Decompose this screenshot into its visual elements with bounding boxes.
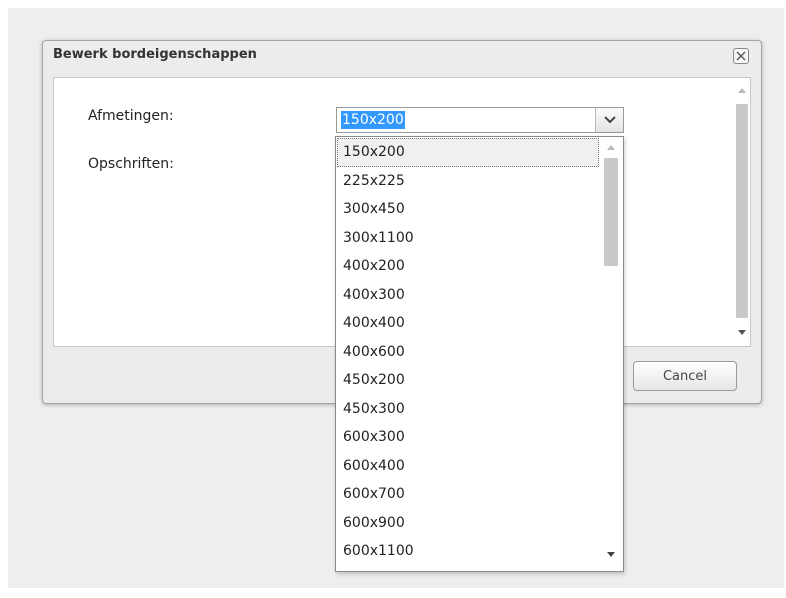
size-label: Afmetingen: [88, 108, 174, 124]
size-dropdown-list: 150x200 225x225 300x450 300x1100 400x200 400x… [335, 136, 624, 572]
dropdown-option[interactable]: 300x1100 [337, 224, 599, 253]
dropdown-option[interactable]: 300x450 [337, 195, 599, 224]
dropdown-option[interactable]: 600x400 [337, 452, 599, 481]
dropdown-option[interactable]: 150x200 [337, 138, 599, 167]
dropdown-option[interactable]: 450x200 [337, 366, 599, 395]
dropdown-option[interactable]: 450x300 [337, 395, 599, 424]
arrow-down-icon[interactable] [607, 552, 615, 557]
dropdown-option[interactable]: 600x300 [337, 423, 599, 452]
close-button[interactable] [733, 48, 749, 64]
dropdown-option[interactable]: 600x700 [337, 480, 599, 509]
scrollbar-thumb[interactable] [736, 104, 748, 318]
dropdown-option[interactable]: 400x200 [337, 252, 599, 281]
close-icon [736, 51, 746, 61]
dropdown-option[interactable]: 600x1100 [337, 537, 599, 566]
size-select-value: 150x200 [341, 111, 405, 129]
dropdown-option[interactable]: 400x400 [337, 309, 599, 338]
arrow-down-icon[interactable] [738, 330, 746, 335]
dropdown-option[interactable]: 400x600 [337, 338, 599, 367]
dropdown-scrollbar[interactable] [600, 138, 622, 570]
dialog-title: Bewerk bordeigenschappen [53, 47, 257, 62]
size-select[interactable]: 150x200 [336, 107, 624, 133]
dropdown-option[interactable]: 225x225 [337, 167, 599, 196]
captions-label: Opschriften: [88, 156, 174, 172]
size-select-toggle[interactable] [595, 108, 623, 132]
arrow-up-icon[interactable] [738, 88, 746, 93]
dropdown-scrollbar-thumb[interactable] [604, 158, 618, 266]
cancel-button[interactable]: Cancel [633, 361, 737, 391]
content-scrollbar[interactable] [734, 82, 750, 344]
chevron-down-icon [604, 116, 616, 124]
arrow-up-icon[interactable] [607, 145, 615, 150]
dropdown-option[interactable]: 600x900 [337, 509, 599, 538]
dropdown-option[interactable]: 400x300 [337, 281, 599, 310]
